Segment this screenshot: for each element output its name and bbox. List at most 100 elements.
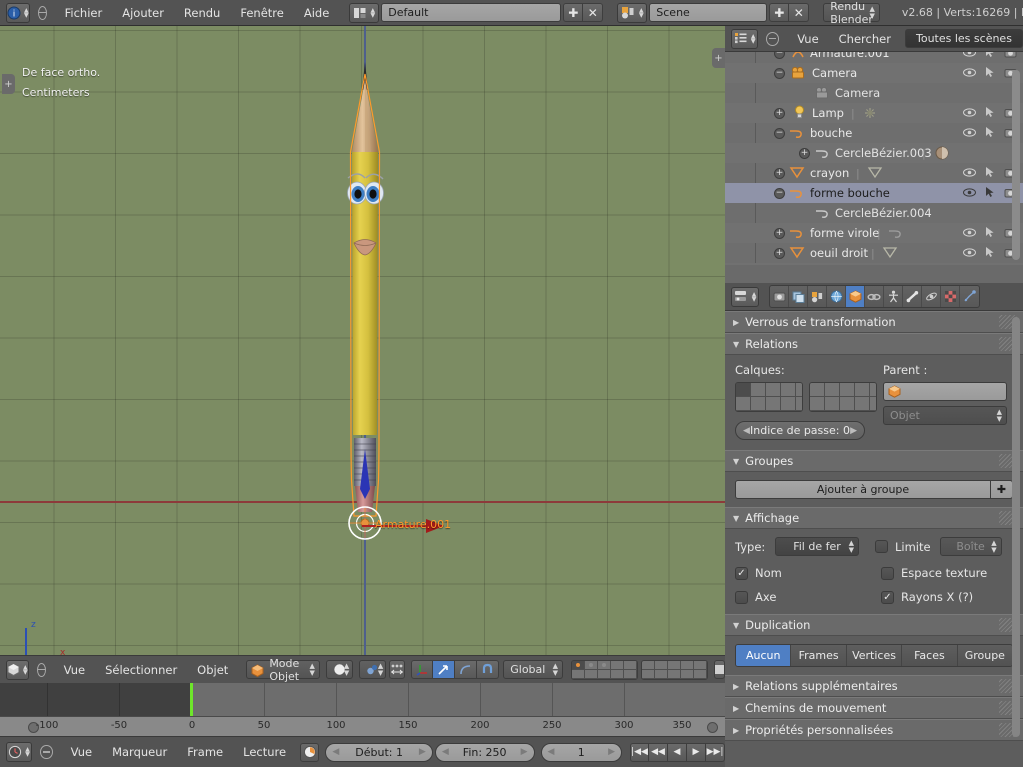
properties-tab-scene[interactable] xyxy=(808,286,827,307)
eye-icon[interactable] xyxy=(963,52,976,57)
properties-region-expand-icon[interactable]: + xyxy=(712,48,725,68)
viewport-menu-selectionner[interactable]: Sélectionner xyxy=(95,657,187,683)
layers-widget[interactable] xyxy=(735,382,877,412)
3d-viewport[interactable]: + + De face ortho. Centimeters Armature.… xyxy=(0,26,725,655)
eye-icon[interactable] xyxy=(963,67,976,77)
toolshelf-expand-icon[interactable]: + xyxy=(2,74,15,94)
eye-icon[interactable] xyxy=(963,167,976,177)
parent-object-field[interactable] xyxy=(883,382,1007,401)
xray-checkbox[interactable]: ✓ xyxy=(881,590,894,604)
show-name-checkbox[interactable]: ✓ xyxy=(735,566,748,580)
cursor-arrow-icon[interactable] xyxy=(985,186,995,198)
timeline-menu-marqueur[interactable]: Marqueur xyxy=(102,739,177,765)
outliner-vertical-scrollbar[interactable] xyxy=(1012,70,1020,260)
panel-transform-locks[interactable]: ▶ Verrous de transformation xyxy=(725,311,1023,333)
manipulator-toggle-button[interactable] xyxy=(389,660,406,679)
play-reverse-button[interactable]: ◀ xyxy=(668,742,688,762)
duplication-option-vertices[interactable]: Vertices xyxy=(846,645,903,666)
outliner-row-forme-virole[interactable]: + forme virole | xyxy=(725,223,1023,243)
expander-icon[interactable]: + xyxy=(774,247,785,259)
cursor-arrow-icon[interactable] xyxy=(985,106,995,118)
outliner-row-cerclebezier-004[interactable]: CercleBézier.004 xyxy=(725,203,1023,223)
timeline-editor-type-selector[interactable]: ▲ ▼ xyxy=(6,742,33,762)
outliner-row-oeuil-droit[interactable]: + oeuil droit | xyxy=(725,243,1023,263)
duplication-option-groupe[interactable]: Groupe xyxy=(957,645,1012,666)
jump-to-end-button[interactable]: ▶▶| xyxy=(706,742,726,762)
expander-icon[interactable]: + xyxy=(774,227,785,239)
panel-motion-paths[interactable]: ▶ Chemins de mouvement xyxy=(725,697,1023,719)
eye-icon[interactable] xyxy=(963,227,976,237)
duplication-mode-enum[interactable]: Aucun Frames Vertices Faces Groupe xyxy=(735,644,1013,667)
outliner-row-bouche[interactable]: − bouche xyxy=(725,123,1023,143)
eye-icon[interactable] xyxy=(963,247,976,257)
screen-layout-selector[interactable]: ▲ ▼ xyxy=(349,2,380,23)
timeline-playhead[interactable] xyxy=(190,683,193,716)
info-editor-type-selector[interactable]: i ▲ ▼ xyxy=(6,2,30,23)
current-frame-field[interactable]: ◀ 1 ▶ xyxy=(540,742,623,762)
outliner-row-armature[interactable]: − Armature.001 xyxy=(725,52,1023,63)
menu-rendu[interactable]: Rendu xyxy=(174,0,230,26)
frame-start-field[interactable]: ◀ Début: 1 ▶ xyxy=(325,742,433,762)
outliner-menu-vue[interactable]: Vue xyxy=(787,26,828,52)
timeline-menu-frame[interactable]: Frame xyxy=(177,739,233,765)
properties-tab-constraints[interactable] xyxy=(865,286,884,307)
properties-tab-bone[interactable] xyxy=(903,286,922,307)
outliner-tree[interactable]: − Armature.001 − Camera Camera + Lamp | … xyxy=(725,52,1023,265)
outliner-editor[interactable]: ▲ ▼ Vue Chercher Toutes les scènes − Arma… xyxy=(725,26,1023,303)
properties-tab-object[interactable] xyxy=(846,286,865,307)
cursor-arrow-icon[interactable] xyxy=(985,52,995,58)
collapse-menu-icon[interactable] xyxy=(766,31,780,46)
collapse-menu-icon[interactable] xyxy=(36,662,46,677)
scene-selector[interactable]: ▲ ▼ xyxy=(617,2,648,23)
delete-layout-button[interactable]: ✕ xyxy=(583,3,604,22)
timeline-editor[interactable]: -100 -50 0 50 100 150 200 250 300 350 ▲ ▼… xyxy=(0,683,726,767)
texture-space-checkbox[interactable] xyxy=(881,566,894,580)
properties-tab-physics[interactable] xyxy=(922,286,941,307)
collapse-menu-icon[interactable] xyxy=(40,745,53,759)
outliner-row-crayon[interactable]: + crayon | xyxy=(725,163,1023,183)
timeline-scroll-handle-right[interactable] xyxy=(707,722,718,733)
properties-tab-render[interactable] xyxy=(770,286,789,307)
menu-ajouter[interactable]: Ajouter xyxy=(112,0,174,26)
properties-tab-world[interactable] xyxy=(827,286,846,307)
interaction-mode-dropdown[interactable]: Mode Objet ▲ ▼ xyxy=(246,657,320,683)
render-engine-dropdown[interactable]: Rendu Blender ▲ ▼ xyxy=(823,0,880,26)
properties-vertical-scrollbar[interactable] xyxy=(1012,317,1020,737)
menu-fenetre[interactable]: Fenêtre xyxy=(230,0,293,26)
menu-aide[interactable]: Aide xyxy=(294,0,339,26)
translate-manipulator-button[interactable] xyxy=(411,660,434,679)
transform-orientation-dropdown[interactable]: Global ▲ ▼ xyxy=(503,660,563,679)
panel-relations[interactable]: ▼ Relations xyxy=(725,333,1023,355)
bounds-checkbox[interactable] xyxy=(875,540,888,553)
duplication-option-frames[interactable]: Frames xyxy=(791,645,847,666)
outliner-menu-chercher[interactable]: Chercher xyxy=(829,26,901,52)
properties-tab-particles[interactable] xyxy=(960,286,979,307)
outliner-row-cerclebezier-003[interactable]: + CercleBézier.003 | xyxy=(725,143,1023,163)
outliner-row-partial[interactable]: + xyxy=(725,263,1023,265)
viewport-menu-objet[interactable]: Objet xyxy=(187,657,238,683)
lock-layers-button[interactable] xyxy=(714,660,725,679)
cursor-arrow-icon[interactable] xyxy=(985,226,995,238)
expander-icon[interactable]: − xyxy=(774,52,785,59)
new-group-button[interactable]: ✚ xyxy=(991,480,1013,499)
eye-icon[interactable] xyxy=(963,187,976,197)
timeline-menu-lecture[interactable]: Lecture xyxy=(233,739,296,765)
view3d-editor-type-selector[interactable]: ▲ ▼ xyxy=(6,659,29,680)
delete-scene-button[interactable]: ✕ xyxy=(789,3,810,22)
timeline-menu-vue[interactable]: Vue xyxy=(61,739,102,765)
menu-fichier[interactable]: Fichier xyxy=(55,0,113,26)
expander-icon[interactable]: + xyxy=(774,107,785,119)
cursor-arrow-icon[interactable] xyxy=(985,166,995,178)
properties-editor-type-selector[interactable]: ▲ ▼ xyxy=(731,286,759,307)
auto-keyframe-button[interactable] xyxy=(300,742,320,762)
parent-type-dropdown[interactable]: Objet ▲ ▼ xyxy=(883,406,1007,425)
outliner-row-camera-data[interactable]: Camera xyxy=(725,83,1023,103)
expander-icon[interactable]: + xyxy=(774,167,785,179)
frame-end-field[interactable]: ◀ Fin: 250 ▶ xyxy=(434,742,535,762)
eye-icon[interactable] xyxy=(963,127,976,137)
add-to-group-button[interactable]: Ajouter à groupe xyxy=(735,480,991,499)
bounds-type-dropdown[interactable]: Boîte ▲ ▼ xyxy=(939,537,1002,556)
cursor-arrow-icon[interactable] xyxy=(985,126,995,138)
play-button[interactable]: ▶ xyxy=(687,742,707,762)
panel-extra-relations[interactable]: ▶ Relations supplémentaires xyxy=(725,675,1023,697)
